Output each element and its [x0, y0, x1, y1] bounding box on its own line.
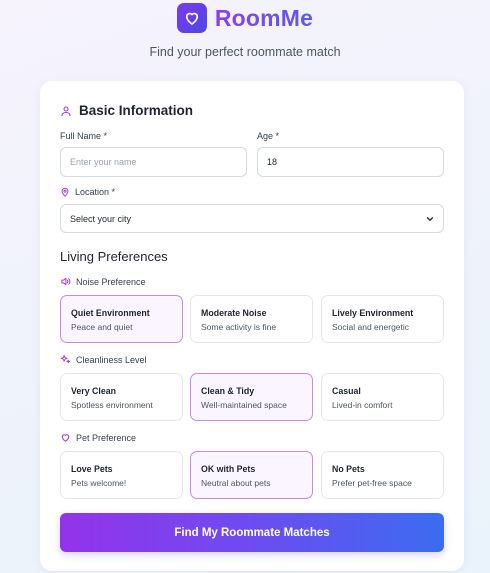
heart-icon [176, 3, 207, 33]
cleanliness-label: Cleanliness Level [60, 354, 147, 365]
option-desc: Neutral about pets [201, 478, 271, 488]
option-desc: Some activity is fine [201, 322, 277, 332]
user-icon [60, 105, 72, 117]
location-select[interactable]: Select your city [60, 204, 444, 233]
option-desc: Social and energetic [332, 322, 410, 332]
chevron-down-icon [425, 214, 435, 224]
option-desc: Well-maintained space [201, 400, 287, 410]
volume-icon [60, 276, 71, 287]
basic-info-heading: Basic Information [60, 103, 193, 118]
option-title: Casual [332, 386, 361, 396]
option-title: No Pets [332, 464, 365, 474]
option-title: Clean & Tidy [201, 386, 255, 396]
map-pin-icon [60, 187, 70, 197]
cleanliness-label-text: Cleanliness Level [76, 354, 147, 365]
noise-option-lively[interactable]: Lively Environment Social and energetic [321, 295, 444, 343]
age-label: Age * [257, 131, 280, 141]
app-name: RoomMe [214, 4, 314, 31]
location-label: Location * [60, 187, 115, 197]
option-title: Love Pets [71, 464, 113, 474]
option-title: OK with Pets [201, 464, 256, 474]
find-matches-button[interactable]: Find My Roommate Matches [60, 513, 444, 552]
option-desc: Spotless environment [71, 400, 153, 410]
location-select-value: Select your city [70, 213, 132, 224]
location-label-text: Location * [75, 187, 116, 197]
pets-option-love[interactable]: Love Pets Pets welcome! [60, 451, 183, 499]
cleanliness-option-clean-tidy[interactable]: Clean & Tidy Well-maintained space [190, 373, 313, 421]
option-desc: Lived-in comfort [332, 400, 393, 410]
option-title: Very Clean [71, 386, 116, 396]
option-title: Lively Environment [332, 308, 414, 318]
noise-label: Noise Preference [60, 276, 146, 287]
option-desc: Peace and quiet [71, 322, 133, 332]
tagline: Find your perfect roommate match [149, 45, 341, 59]
option-title: Moderate Noise [201, 308, 267, 318]
pets-option-ok[interactable]: OK with Pets Neutral about pets [190, 451, 313, 499]
heart-icon [60, 432, 71, 443]
cleanliness-option-very-clean[interactable]: Very Clean Spotless environment [60, 373, 183, 421]
option-desc: Pets welcome! [71, 478, 127, 488]
noise-label-text: Noise Preference [76, 276, 146, 287]
full-name-label: Full Name * [60, 131, 108, 141]
age-input[interactable] [257, 147, 444, 177]
cleanliness-option-casual[interactable]: Casual Lived-in comfort [321, 373, 444, 421]
option-title: Quiet Environment [71, 308, 150, 318]
sparkles-icon [60, 354, 71, 365]
option-desc: Prefer pet-free space [332, 478, 412, 488]
noise-option-moderate[interactable]: Moderate Noise Some activity is fine [190, 295, 313, 343]
pets-label-text: Pet Preference [76, 432, 137, 443]
noise-option-quiet[interactable]: Quiet Environment Peace and quiet [60, 295, 183, 343]
app-header: RoomMe [0, 3, 490, 33]
pets-label: Pet Preference [60, 432, 136, 443]
basic-info-title: Basic Information [79, 103, 194, 118]
profile-form-card: Basic Information Full Name * Age * Loca… [40, 81, 464, 571]
pets-option-none[interactable]: No Pets Prefer pet-free space [321, 451, 444, 499]
full-name-input[interactable] [60, 147, 247, 177]
living-preferences-heading: Living Preferences [60, 249, 168, 264]
